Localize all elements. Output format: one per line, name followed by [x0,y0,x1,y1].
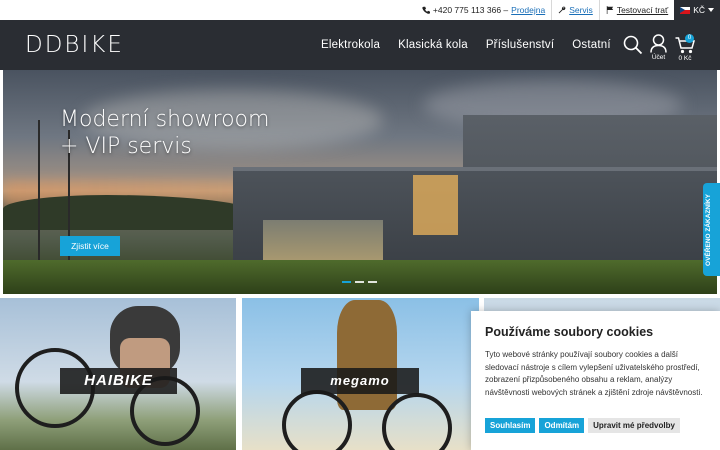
brand-tile-haibike[interactable]: HAIBIKE [0,298,236,450]
phone-icon [422,6,430,14]
testovaci-group[interactable]: Testovací trať [598,0,674,20]
hero-lawn [3,260,717,294]
cart-price: 0 Kč [678,55,692,62]
currency-label: KČ [693,5,705,15]
verified-reviews-label: OVĚŘENO ZÁKAZNÍKY [705,194,712,266]
cart-button[interactable]: 0 0 Kč [675,34,695,62]
servis-group[interactable]: Servis [551,0,599,20]
account-button[interactable]: Účet [650,34,667,61]
cookie-title: Používáme soubory cookies [485,325,654,339]
haibike-logo: HAIBIKE [60,368,177,394]
page: +420 775 113 366 – Prodejna Servis Testo… [0,0,720,450]
tile-bike-wheel [382,393,452,450]
utility-bar: +420 775 113 366 – Prodejna Servis Testo… [0,0,720,20]
cookie-reject-button[interactable]: Odmítám [539,418,585,433]
servis-link[interactable]: Servis [569,5,593,15]
czech-flag-icon [680,6,691,14]
account-label: Účet [651,54,666,61]
brand-tile-megamo[interactable]: megamo [242,298,479,450]
cookie-buttons: Souhlasím Odmítám Upravit mé předvolby [485,418,680,433]
main-nav: Elektrokola Klasická kola Příslušenství … [321,20,611,70]
cookie-consent-panel: Používáme soubory cookies Tyto webové st… [471,311,720,450]
hero-building-entrance [413,175,458,235]
slider-dot[interactable] [368,281,377,283]
hero-roofline [233,167,717,171]
cart-count-badge: 0 [685,34,694,43]
prodejna-link[interactable]: Prodejna [511,5,545,15]
slider-dot[interactable] [355,281,364,283]
chevron-down-icon [708,8,714,12]
site-logo[interactable]: DDBIKE [25,33,124,57]
hero-building-windows [263,220,383,265]
hero-cta-button[interactable]: Zjistit více [60,236,120,256]
nav-item-klasicka-kola[interactable]: Klasická kola [398,39,468,51]
cart-icon-wrap: 0 [675,34,695,54]
wrench-icon [558,6,566,14]
cookie-preferences-button[interactable]: Upravit mé předvolby [588,418,680,433]
megamo-logo: megamo [301,368,419,394]
nav-item-prislusenstvi[interactable]: Příslušenství [486,39,554,51]
search-button[interactable] [623,35,643,55]
main-header: DDBIKE Elektrokola Klasická kola Přísluš… [0,20,720,70]
hero-lamp-pole [38,120,40,260]
hero-title: Moderní showroom + VIP servis [60,106,269,160]
phone-number: +420 775 113 366 – [432,5,509,15]
user-icon [650,34,667,53]
hero-title-line2: + VIP servis [60,134,192,159]
cookie-accept-button[interactable]: Souhlasím [485,418,536,433]
slider-dot[interactable] [342,281,351,283]
cookie-text: Tyto webové stránky používají soubory co… [485,350,703,397]
slider-dots [342,281,377,283]
hero-title-line1: Moderní showroom [60,107,270,132]
nav-item-elektrokola[interactable]: Elektrokola [321,39,380,51]
contact-group: +420 775 113 366 – Prodejna [416,0,551,20]
nav-item-ostatni[interactable]: Ostatní [572,39,610,51]
currency-selector[interactable]: KČ [674,0,720,20]
verified-reviews-tab[interactable]: OVĚŘENO ZÁKAZNÍKY [703,183,720,276]
flag-icon [606,6,614,14]
testovaci-link[interactable]: Testovací trať [617,5,668,15]
hero-slider [3,70,717,294]
search-icon [623,35,643,55]
